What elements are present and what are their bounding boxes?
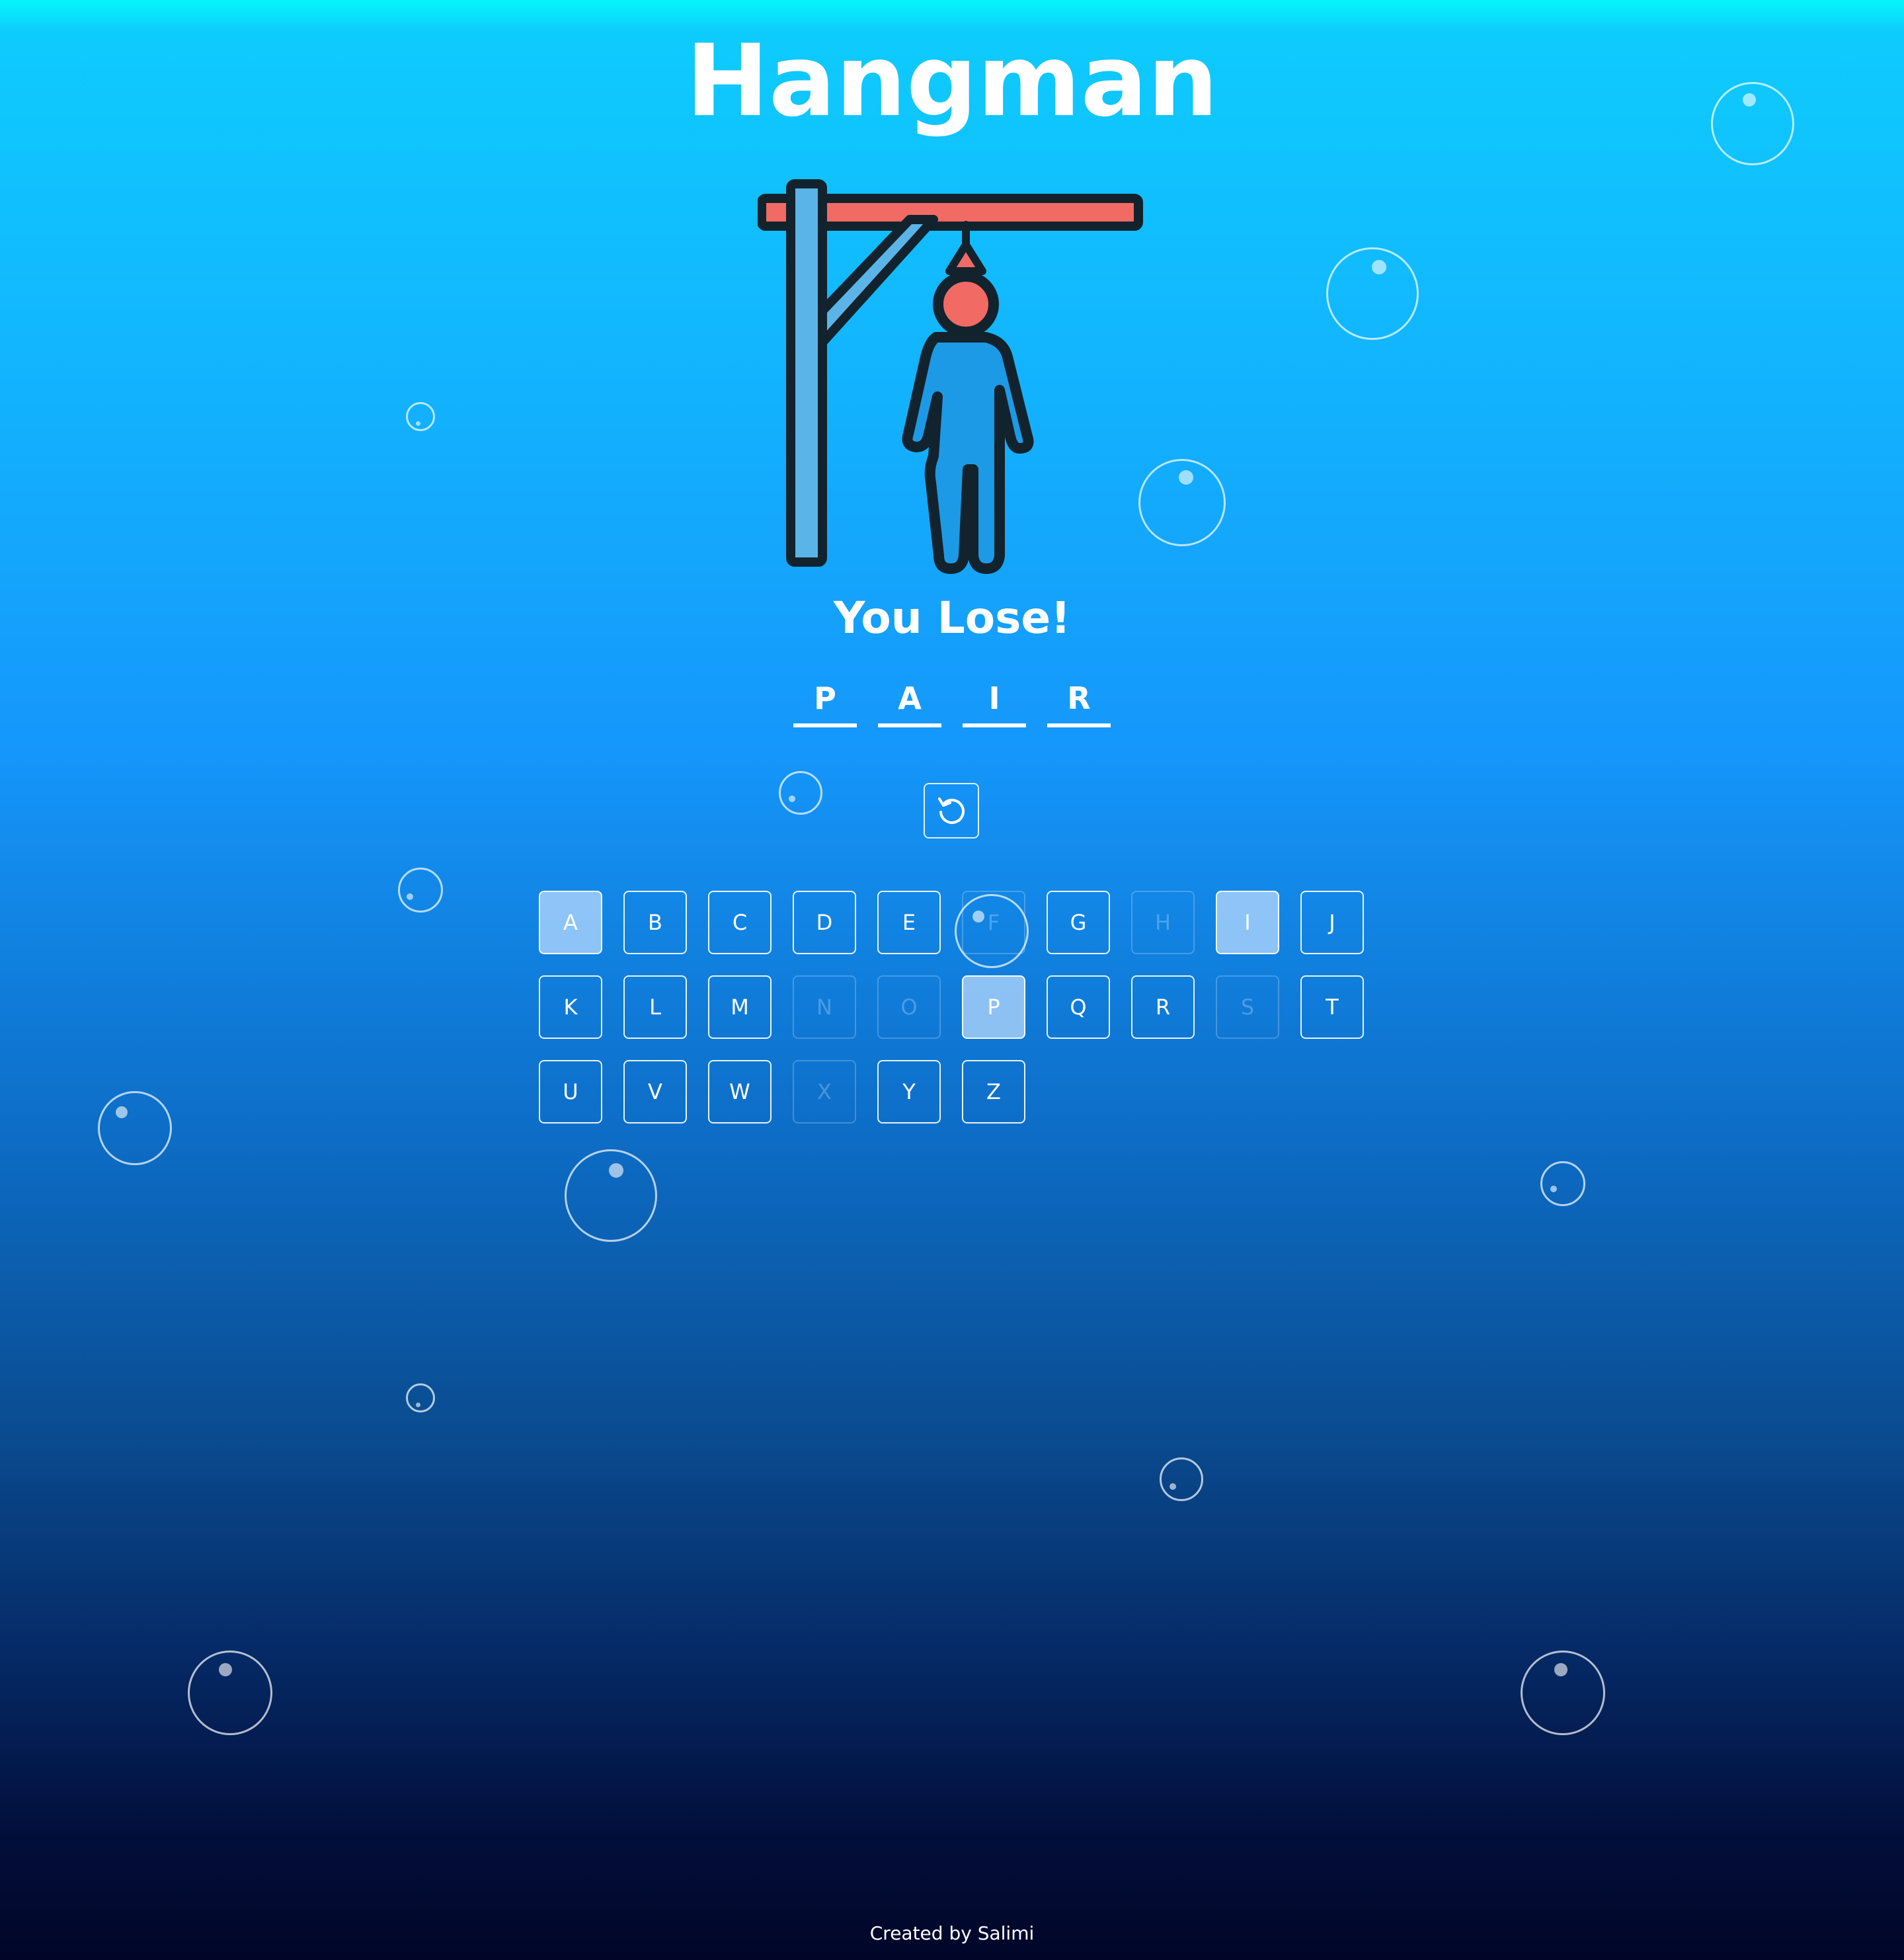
bubble (565, 1149, 657, 1242)
reset-icon (938, 797, 965, 824)
letter-keyboard: ABCDEFGHIJKLMNOPQRSTUVWXYZ (539, 891, 1365, 1126)
key-i[interactable]: I (1216, 891, 1279, 954)
word-letter: P (793, 674, 857, 727)
key-v[interactable]: V (623, 1060, 687, 1123)
bubble (98, 1091, 172, 1165)
word-letter: A (878, 674, 941, 727)
key-z[interactable]: Z (962, 1060, 1025, 1123)
page-title: Hangman (686, 24, 1218, 139)
bubble (1540, 1161, 1585, 1206)
key-k[interactable]: K (539, 975, 602, 1039)
bubble (955, 894, 1029, 968)
word-display: P A I R (793, 674, 1111, 727)
bubble (406, 1383, 435, 1412)
key-u[interactable]: U (539, 1060, 602, 1123)
key-l[interactable]: L (623, 975, 687, 1039)
key-h[interactable]: H (1131, 891, 1195, 954)
key-m[interactable]: M (708, 975, 772, 1039)
key-t[interactable]: T (1300, 975, 1364, 1039)
key-a[interactable]: A (539, 891, 602, 954)
key-y[interactable]: Y (877, 1060, 941, 1123)
bubble (1138, 459, 1226, 546)
key-n[interactable]: N (793, 975, 856, 1039)
key-d[interactable]: D (793, 891, 856, 954)
bubble (1160, 1457, 1203, 1501)
bubble (1521, 1651, 1605, 1735)
bubble (1711, 82, 1794, 165)
word-letter: R (1047, 674, 1111, 727)
bubble (1326, 247, 1419, 340)
key-j[interactable]: J (1300, 891, 1364, 954)
bubble (188, 1651, 272, 1735)
bubble (398, 868, 443, 913)
key-e[interactable]: E (877, 891, 941, 954)
key-c[interactable]: C (708, 891, 772, 954)
game-status: You Lose! (833, 592, 1071, 643)
key-o[interactable]: O (877, 975, 941, 1039)
key-b[interactable]: B (623, 891, 687, 954)
hangman-illustration (758, 179, 1143, 574)
key-x[interactable]: X (793, 1060, 856, 1123)
bubble (406, 402, 435, 431)
key-w[interactable]: W (708, 1060, 772, 1123)
key-s[interactable]: S (1216, 975, 1279, 1039)
key-q[interactable]: Q (1047, 975, 1110, 1039)
reset-button[interactable] (924, 783, 979, 838)
footer-credit: Created by Salimi (869, 1922, 1035, 1944)
key-r[interactable]: R (1131, 975, 1195, 1039)
key-p[interactable]: P (962, 975, 1025, 1039)
word-letter: I (963, 674, 1026, 727)
bubble (779, 771, 822, 815)
key-g[interactable]: G (1047, 891, 1110, 954)
